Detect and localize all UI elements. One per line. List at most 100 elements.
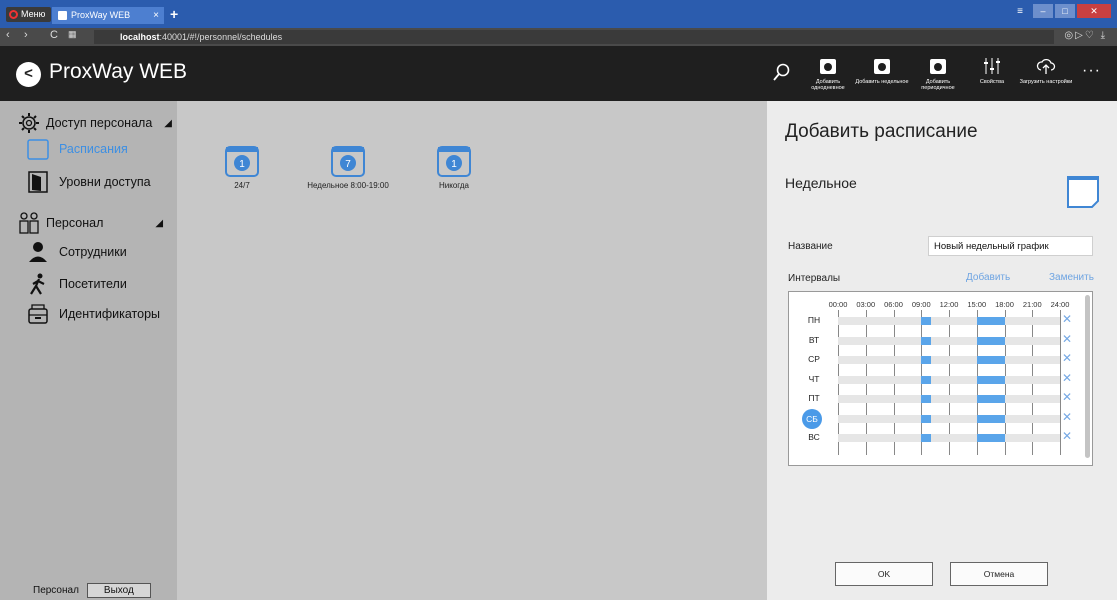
- replace-interval-link[interactable]: Заменить: [1049, 272, 1094, 283]
- schedule-card[interactable]: 1 Никогда: [409, 145, 499, 191]
- day-label[interactable]: ВТ: [807, 335, 821, 345]
- interval-segment[interactable]: [976, 336, 1005, 345]
- back-arrow-icon[interactable]: <: [16, 62, 41, 87]
- day-row[interactable]: ВТ ✕: [789, 332, 1092, 352]
- interval-segment[interactable]: [976, 375, 1005, 384]
- sidebar-item-visitors[interactable]: Посетители: [27, 273, 127, 295]
- interval-segment[interactable]: [976, 395, 1005, 403]
- day-label[interactable]: ЧТ: [807, 374, 821, 384]
- day-label[interactable]: ВС: [807, 432, 821, 442]
- day-row[interactable]: ЧТ ✕: [789, 371, 1092, 391]
- ok-button[interactable]: OK: [835, 562, 933, 586]
- cancel-button[interactable]: Отмена: [950, 562, 1048, 586]
- browser-tab-title: ProxWay WEB: [71, 10, 131, 20]
- day-row[interactable]: СБ ✕: [789, 408, 1092, 430]
- day-row[interactable]: ВС ✕: [789, 429, 1092, 449]
- forward-nav-icon[interactable]: ›: [24, 29, 28, 41]
- url-field[interactable]: localhost:40001/#!/personnel/schedules: [94, 30, 1054, 44]
- day-label[interactable]: СР: [807, 354, 821, 364]
- sidebar-item-access-levels[interactable]: Уровни доступа: [27, 171, 151, 193]
- hour-tick-label: 09:00: [911, 300, 931, 309]
- calendar-7-icon: [874, 59, 890, 74]
- browser-menu-button[interactable]: Меню: [6, 7, 52, 22]
- sidebar-footer: Персонал Выход: [33, 583, 151, 598]
- interval-segment[interactable]: [921, 336, 931, 345]
- card-box-icon: [28, 304, 48, 324]
- minimize-button[interactable]: –: [1033, 4, 1053, 18]
- day-timeline[interactable]: [838, 434, 1060, 442]
- sidebar-item-identifiers[interactable]: Идентификаторы: [27, 303, 160, 325]
- interval-segment[interactable]: [921, 375, 931, 384]
- add-interval-link[interactable]: Добавить: [966, 272, 1010, 283]
- day-timeline[interactable]: [838, 375, 1060, 384]
- day-row[interactable]: ПН ✕: [789, 312, 1092, 332]
- favicon-icon: [58, 11, 67, 20]
- day-row[interactable]: ПТ ✕: [789, 390, 1092, 410]
- sidebar-item-schedules[interactable]: Расписания: [27, 138, 128, 160]
- interval-segment[interactable]: [976, 317, 1005, 325]
- logout-button[interactable]: Выход: [86, 583, 151, 598]
- schedules-area: 1 24/7 7 Недельное 8:00-19:00 1 Никогда: [177, 101, 767, 600]
- day-timeline[interactable]: [838, 336, 1060, 345]
- clear-day-icon[interactable]: ✕: [1062, 332, 1072, 346]
- collapse-triangle-icon[interactable]: ◢: [164, 118, 172, 129]
- back-nav-icon[interactable]: ‹: [6, 29, 10, 41]
- add-weekly-button[interactable]: Добавить недельное: [854, 56, 910, 85]
- collapse-triangle-icon[interactable]: ◢: [155, 218, 163, 229]
- app-header: < ProxWay WEB Добавить однодневное Добав…: [0, 46, 1117, 101]
- interval-segment[interactable]: [976, 356, 1005, 364]
- clear-day-icon[interactable]: ✕: [1062, 351, 1072, 365]
- interval-segment[interactable]: [921, 356, 931, 364]
- sidebar-item-identifiers-label: Идентификаторы: [59, 307, 161, 321]
- sidebar-item-employees[interactable]: Сотрудники: [27, 241, 127, 263]
- reload-icon[interactable]: C: [50, 29, 58, 41]
- clear-day-icon[interactable]: ✕: [1062, 410, 1072, 424]
- group-personnel-access[interactable]: Доступ персонала ◢: [18, 112, 172, 134]
- add-daily-button[interactable]: Добавить однодневное: [800, 56, 856, 91]
- clear-day-icon[interactable]: ✕: [1062, 312, 1072, 326]
- tab-menu-icon[interactable]: ≡: [1017, 6, 1023, 17]
- group-personnel[interactable]: Персонал ◢: [18, 212, 163, 234]
- interval-segment[interactable]: [921, 414, 931, 423]
- interval-segment[interactable]: [976, 414, 1005, 423]
- grid-scrollbar[interactable]: [1085, 295, 1090, 458]
- schedule-card[interactable]: 7 Недельное 8:00-19:00: [303, 145, 393, 191]
- tab-close-icon[interactable]: ×: [153, 7, 159, 24]
- name-input[interactable]: [928, 236, 1093, 256]
- speed-dial-icon[interactable]: ▦: [68, 29, 77, 40]
- schedule-card[interactable]: 1 24/7: [197, 145, 287, 191]
- interval-segment[interactable]: [921, 434, 931, 442]
- clear-day-icon[interactable]: ✕: [1062, 390, 1072, 404]
- window-controls: ≡ – □ ✕: [1017, 4, 1111, 18]
- sidebar-item-employees-label: Сотрудники: [59, 245, 127, 259]
- day-timeline[interactable]: [838, 395, 1060, 403]
- more-menu-icon[interactable]: ···: [1082, 62, 1101, 80]
- weekly-calendar-icon: [1067, 176, 1099, 208]
- add-periodic-button[interactable]: Добавить периодичное: [910, 56, 966, 91]
- browser-tab[interactable]: ProxWay WEB ×: [52, 7, 164, 24]
- search-icon[interactable]: [773, 63, 790, 83]
- sidebar-item-schedules-label: Расписания: [59, 142, 128, 156]
- interval-segment[interactable]: [921, 395, 931, 403]
- day-label[interactable]: ПТ: [807, 393, 821, 403]
- new-tab-button[interactable]: +: [170, 6, 178, 22]
- interval-segment[interactable]: [976, 434, 1005, 442]
- intervals-label: Интервалы: [788, 273, 841, 284]
- day-row[interactable]: СР ✕: [789, 351, 1092, 371]
- close-window-button[interactable]: ✕: [1077, 4, 1111, 18]
- day-label[interactable]: ПН: [807, 315, 821, 325]
- address-actions-icon[interactable]: ◎▷♡ ⤓: [1064, 30, 1107, 41]
- day-label[interactable]: СБ: [802, 408, 822, 429]
- interval-segment[interactable]: [921, 317, 931, 325]
- day-timeline[interactable]: [838, 414, 1060, 423]
- properties-button[interactable]: Свойства: [964, 56, 1020, 85]
- maximize-button[interactable]: □: [1055, 4, 1075, 18]
- panel-subtitle: Недельное: [785, 175, 857, 191]
- add-periodic-label: Добавить периодичное: [921, 79, 955, 91]
- load-settings-button[interactable]: Загрузить настройки: [1018, 56, 1074, 85]
- day-timeline[interactable]: [838, 356, 1060, 364]
- intervals-grid[interactable]: 00:00 03:00 06:00 09:00 12:00 15:00 18:00 21:00…: [788, 291, 1093, 466]
- clear-day-icon[interactable]: ✕: [1062, 371, 1072, 385]
- day-timeline[interactable]: [838, 317, 1060, 325]
- clear-day-icon[interactable]: ✕: [1062, 429, 1072, 443]
